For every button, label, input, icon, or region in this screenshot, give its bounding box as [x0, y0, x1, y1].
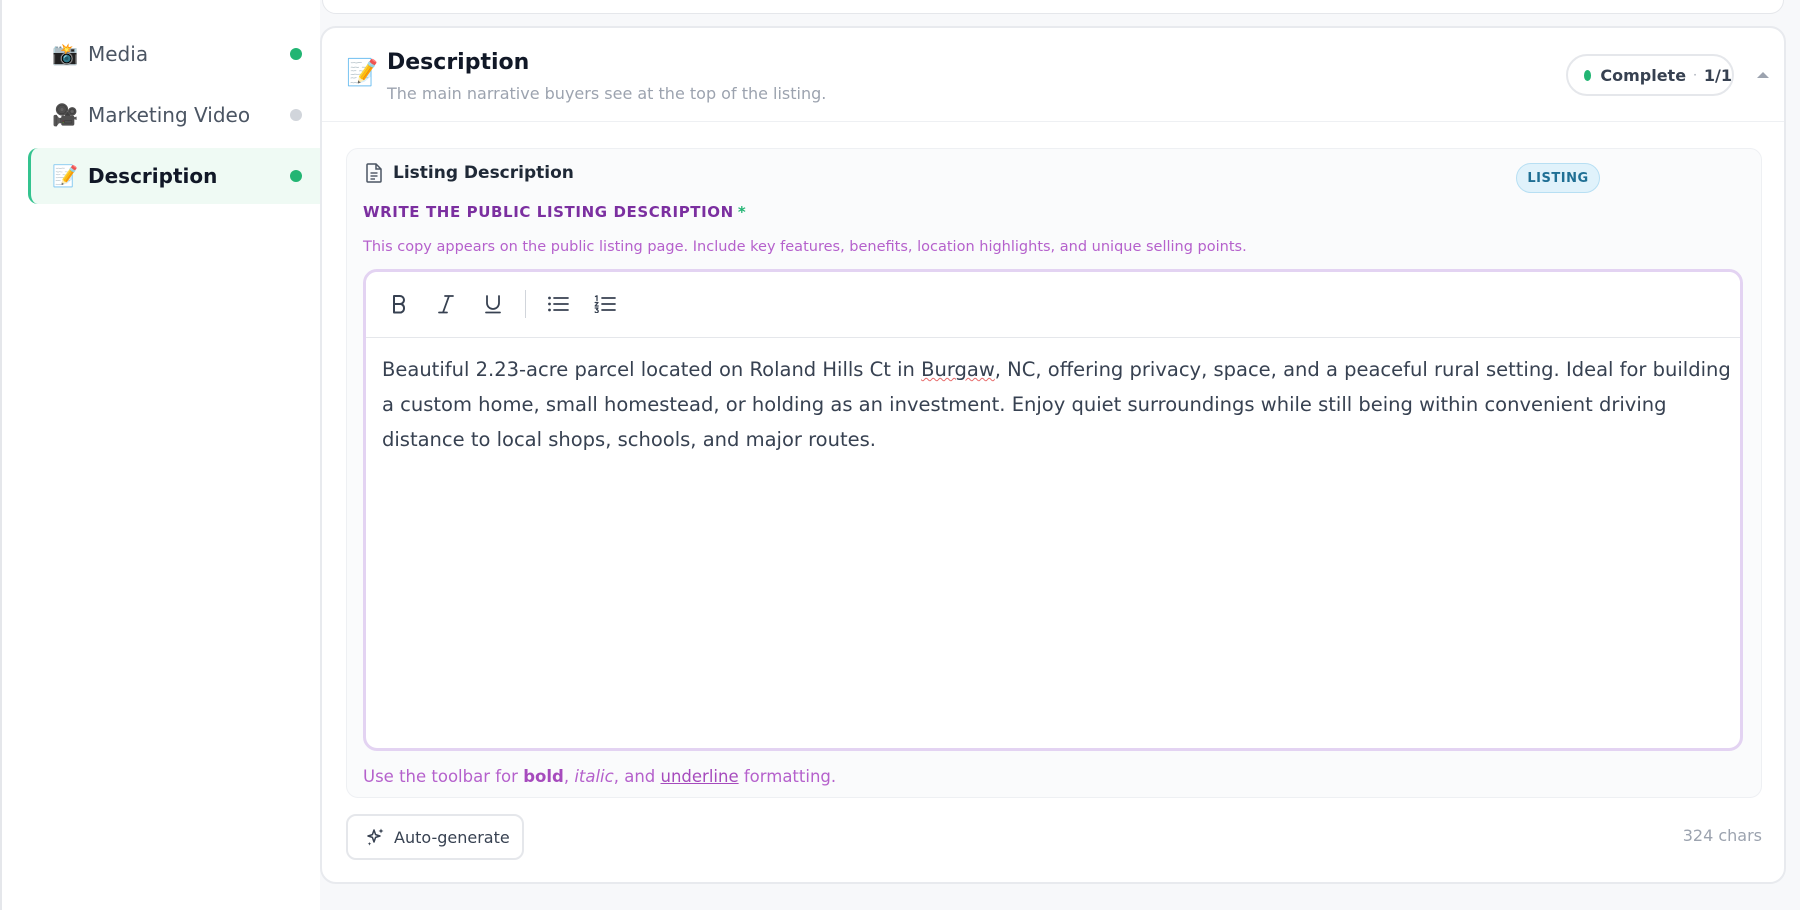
editor-text-part: Beautiful 2.23-acre parcel located on Ro… — [382, 358, 922, 381]
hint-bold: bold — [523, 767, 564, 786]
sidebar-item-label: Description — [88, 164, 218, 188]
hint-and: , and — [613, 767, 661, 786]
memo-icon: 📝 — [52, 163, 79, 188]
listing-badge: LISTING — [1516, 163, 1600, 193]
character-count: 324 chars — [1682, 826, 1762, 845]
misspelled-word: Burgaw — [921, 358, 995, 381]
sidebar-item-label: Marketing Video — [88, 103, 251, 127]
section-header[interactable]: 📝 Description The main narrative buyers … — [322, 28, 1784, 122]
sidebar: 📸 Media 🎥 Marketing Video 📝 Description — [0, 0, 322, 910]
bold-icon — [393, 295, 405, 314]
status-badge: Complete · 1/1 — [1566, 54, 1734, 96]
hint-suffix: formatting. — [738, 767, 837, 786]
sparkles-icon — [367, 828, 384, 846]
numbered-list-icon — [594, 295, 616, 313]
underline-icon — [485, 295, 501, 314]
field-help-text: This copy appears on the public listing … — [363, 239, 1247, 255]
required-marker: * — [737, 203, 747, 221]
collapse-button[interactable] — [1746, 58, 1780, 92]
video-camera-icon: 🎥 — [52, 102, 79, 127]
auto-generate-button[interactable]: Auto-generate — [346, 814, 524, 860]
numbered-list-button[interactable] — [588, 287, 622, 321]
field-label-text: WRITE THE PUBLIC LISTING DESCRIPTION — [363, 203, 734, 221]
section-subtitle: The main narrative buyers see at the top… — [387, 84, 827, 103]
underline-button[interactable] — [476, 287, 510, 321]
editor-toolbar — [366, 272, 1740, 338]
sidebar-item-media[interactable]: 📸 Media — [28, 26, 322, 82]
camera-icon: 📸 — [52, 41, 79, 66]
status-dot — [290, 170, 302, 182]
bulleted-list-button[interactable] — [541, 287, 575, 321]
previous-section-card — [322, 0, 1784, 14]
hint-underline: underline — [660, 767, 739, 786]
status-label: Complete — [1600, 65, 1687, 85]
field-title: Listing Description — [393, 163, 574, 183]
bulleted-list-icon — [548, 296, 569, 312]
memo-icon: 📝 — [346, 58, 379, 88]
italic-button[interactable] — [429, 287, 463, 321]
status-separator: · — [1693, 68, 1697, 82]
hint-italic: italic — [574, 767, 614, 786]
status-dot — [290, 109, 302, 121]
sidebar-item-description[interactable]: 📝 Description — [28, 148, 322, 204]
chevron-up-icon — [1757, 72, 1769, 78]
rich-text-editor: Beautiful 2.23-acre parcel located on Ro… — [363, 269, 1743, 751]
hint-comma: , — [563, 767, 575, 786]
status-dot — [1584, 69, 1592, 81]
bold-button[interactable] — [382, 287, 416, 321]
listing-description-field: Listing Description LISTING WRITE THE PU… — [346, 148, 1762, 798]
auto-generate-label: Auto-generate — [394, 827, 510, 847]
editor-content[interactable]: Beautiful 2.23-acre parcel located on Ro… — [382, 352, 1732, 457]
status-count: 1/1 — [1703, 65, 1732, 85]
hint-prefix: Use the toolbar for — [363, 767, 524, 786]
sidebar-item-label: Media — [88, 42, 149, 66]
section-title: Description — [387, 50, 530, 75]
status-dot — [290, 48, 302, 60]
field-label: WRITE THE PUBLIC LISTING DESCRIPTION * — [363, 203, 746, 221]
italic-icon — [438, 295, 454, 314]
formatting-hint: Use the toolbar for bold, italic, and un… — [363, 767, 836, 786]
description-section-card: 📝 Description The main narrative buyers … — [320, 26, 1786, 884]
toolbar-divider — [525, 290, 526, 318]
sidebar-item-marketing-video[interactable]: 🎥 Marketing Video — [28, 87, 322, 143]
document-icon — [366, 163, 382, 183]
